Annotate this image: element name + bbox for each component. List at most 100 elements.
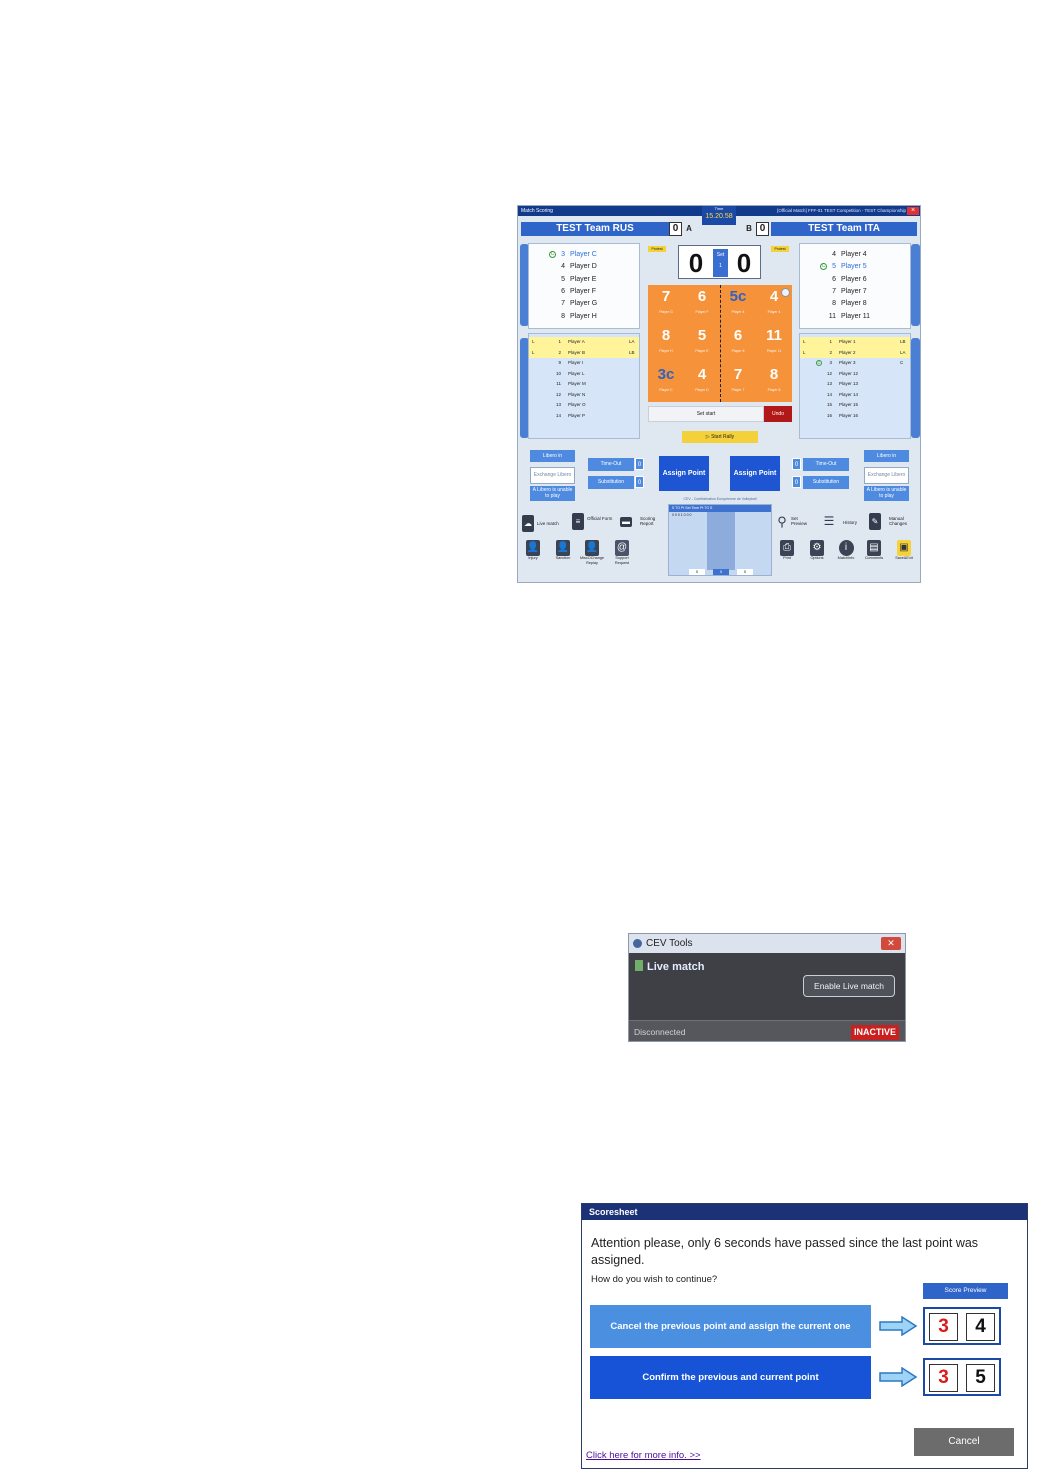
close-icon[interactable]: ✕ bbox=[881, 937, 901, 950]
bench-row[interactable]: 12 Player N bbox=[529, 390, 639, 401]
court-position[interactable]: 6 Player 6 bbox=[720, 324, 756, 363]
set-preview-button[interactable]: ⚲ Set Preview bbox=[776, 512, 816, 532]
injury-label: Injury bbox=[528, 556, 538, 560]
position-number: 7 bbox=[661, 288, 671, 305]
bench-row[interactable]: 10 Player L bbox=[529, 369, 639, 380]
team-a-libero-unable-button[interactable]: A Libero is unable to play bbox=[530, 486, 575, 501]
position-player: Player 4 bbox=[731, 310, 745, 314]
bench-row[interactable]: 14 Player P bbox=[529, 411, 639, 422]
court-position[interactable]: 3c Player C bbox=[648, 363, 684, 402]
live-match-button[interactable]: ☁ Live match bbox=[522, 514, 572, 534]
bench-row[interactable]: 16 Player 16 bbox=[800, 411, 910, 422]
team-a-libero-in-button[interactable]: Libero in bbox=[530, 450, 575, 462]
player-role-tag: C bbox=[900, 360, 904, 365]
player-row[interactable]: 6 Player 6 bbox=[800, 274, 910, 286]
player-name: Player 5 bbox=[841, 263, 867, 271]
history-button[interactable]: ☰ History bbox=[823, 512, 865, 532]
preview2-score-b: 5 bbox=[966, 1364, 995, 1392]
player-number: 11 bbox=[828, 312, 836, 320]
save-exit-button[interactable]: ▣ Save&Exit bbox=[892, 540, 916, 561]
bench-row[interactable]: 13 Player O bbox=[529, 400, 639, 411]
court-position[interactable]: 5 Player E bbox=[684, 324, 720, 363]
player-row[interactable]: 4 Player 4 bbox=[800, 249, 910, 261]
team-b-exchange-libero-button[interactable]: Exchange Libero bbox=[864, 467, 909, 484]
attention-message: Attention please, only 6 seconds have pa… bbox=[591, 1236, 979, 1267]
player-name: Player M bbox=[568, 381, 586, 386]
bench-row[interactable]: L 1 Player A LA bbox=[529, 337, 639, 348]
close-icon[interactable]: × bbox=[907, 207, 919, 215]
team-b-court-list: 4 Player 4 C 5 Player 5 6 Player 6 7 Player 7 8 Pl… bbox=[799, 243, 911, 329]
court-position[interactable]: 8 Player 8 bbox=[756, 363, 792, 402]
options-button[interactable]: ⚙ Options bbox=[806, 540, 828, 561]
start-rally-button[interactable]: ▷ Start Rally bbox=[682, 431, 758, 443]
court-position[interactable]: 6 Player F bbox=[684, 285, 720, 324]
team-b-assign-point-button[interactable]: Assign Point bbox=[730, 456, 780, 491]
player-name: Player D bbox=[570, 263, 597, 271]
bench-row[interactable]: 15 Player 15 bbox=[800, 400, 910, 411]
team-a-timeout-button[interactable]: Time-Out bbox=[588, 458, 634, 471]
bench-row[interactable]: 13 Player 13 bbox=[800, 379, 910, 390]
player-row[interactable]: 6 Player F bbox=[529, 286, 639, 298]
court-position[interactable]: 7 Player G bbox=[648, 285, 684, 324]
support-request-button[interactable]: @ Support Request bbox=[610, 540, 634, 566]
misconduct-button[interactable]: 👤 MiscOChange Replay bbox=[578, 540, 606, 566]
team-b-on-bench-tab[interactable] bbox=[911, 338, 920, 438]
bench-row[interactable]: 12 Player 12 bbox=[800, 369, 910, 380]
team-b-libero-unable-button[interactable]: A Libero is unable to play bbox=[864, 486, 909, 501]
court-position[interactable]: 4 Player 4 bbox=[756, 285, 792, 324]
sanction-button[interactable]: 👤 Sanction bbox=[552, 540, 574, 561]
bench-row[interactable]: C 3 Player 3 C bbox=[800, 358, 910, 369]
player-row[interactable]: 7 Player G bbox=[529, 298, 639, 310]
scoring-report-button[interactable]: ▬ Scoring Report bbox=[620, 512, 664, 532]
team-b-name: TEST Team ITA bbox=[771, 222, 917, 236]
live-match-label: Live match bbox=[537, 521, 559, 526]
bench-row[interactable]: 9 Player I bbox=[529, 358, 639, 369]
bench-row[interactable]: 11 Player M bbox=[529, 379, 639, 390]
team-a-substitution-button[interactable]: Substitution bbox=[588, 476, 634, 489]
official-form-button[interactable]: ≡ Official Form bbox=[572, 512, 616, 532]
set-score-box: 0 Set 1 0 bbox=[678, 245, 761, 279]
undo-button[interactable]: Undo bbox=[764, 406, 792, 422]
cancel-button[interactable]: Cancel bbox=[914, 1428, 1014, 1456]
player-row[interactable]: 8 Player H bbox=[529, 311, 639, 323]
bench-row[interactable]: L 1 Player 1 LB bbox=[800, 337, 910, 348]
player-row[interactable]: 8 Player 8 bbox=[800, 298, 910, 310]
cancel-previous-point-button[interactable]: Cancel the previous point and assign the… bbox=[590, 1305, 871, 1348]
confirm-both-points-button[interactable]: Confirm the previous and current point bbox=[590, 1356, 871, 1399]
court-position[interactable]: 4 Player D bbox=[684, 363, 720, 402]
team-b-libero-in-button[interactable]: Libero in bbox=[864, 450, 909, 462]
team-a-exchange-libero-button[interactable]: Exchange Libero bbox=[530, 467, 575, 484]
player-row[interactable]: 11 Player 11 bbox=[800, 311, 910, 323]
court-position[interactable]: 11 Player 11 bbox=[756, 324, 792, 363]
player-row[interactable]: 7 Player 7 bbox=[800, 286, 910, 298]
bench-row[interactable]: L 2 Player B LB bbox=[529, 347, 639, 358]
player-row[interactable]: 5 Player E bbox=[529, 274, 639, 286]
player-row[interactable]: C 3 Player C bbox=[529, 249, 639, 261]
team-b-on-court-tab[interactable] bbox=[911, 244, 920, 326]
court-position[interactable]: 7 Player 7 bbox=[720, 363, 756, 402]
court-position[interactable]: 8 Player H bbox=[648, 324, 684, 363]
team-a-assign-point-button[interactable]: Assign Point bbox=[659, 456, 709, 491]
enable-live-match-button[interactable]: Enable Live match bbox=[803, 975, 895, 997]
bench-row[interactable]: 14 Player 14 bbox=[800, 390, 910, 401]
player-row[interactable]: C 5 Player 5 bbox=[800, 261, 910, 273]
player-number: 8 bbox=[561, 312, 565, 320]
team-a-protest-button[interactable]: Protest bbox=[648, 246, 666, 252]
player-number: 4 bbox=[561, 263, 565, 271]
comments-button[interactable]: ▤ Comments bbox=[862, 540, 886, 561]
player-row[interactable]: 4 Player D bbox=[529, 261, 639, 273]
team-b-protest-button[interactable]: Protest bbox=[771, 246, 789, 252]
injury-button[interactable]: 👤 Injury bbox=[522, 540, 544, 561]
bench-row[interactable]: L 2 Player 2 LA bbox=[800, 347, 910, 358]
player-number: 1 bbox=[829, 339, 832, 344]
player-name: Player H bbox=[570, 312, 597, 320]
set-indicator: Set 1 bbox=[713, 249, 728, 277]
match-info-button[interactable]: i MatchInfo bbox=[834, 540, 858, 561]
more-info-link[interactable]: Click here for more info. >> bbox=[586, 1450, 701, 1461]
team-b-timeout-button[interactable]: Time-Out bbox=[803, 458, 849, 471]
court-position[interactable]: 5c Player 4 bbox=[720, 285, 756, 324]
manual-changes-button[interactable]: ✎ Manual Changes bbox=[869, 512, 919, 532]
print-button[interactable]: ⎙ Print bbox=[777, 540, 797, 561]
team-b-substitution-button[interactable]: Substitution bbox=[803, 476, 849, 489]
player-number: 5 bbox=[832, 263, 836, 271]
